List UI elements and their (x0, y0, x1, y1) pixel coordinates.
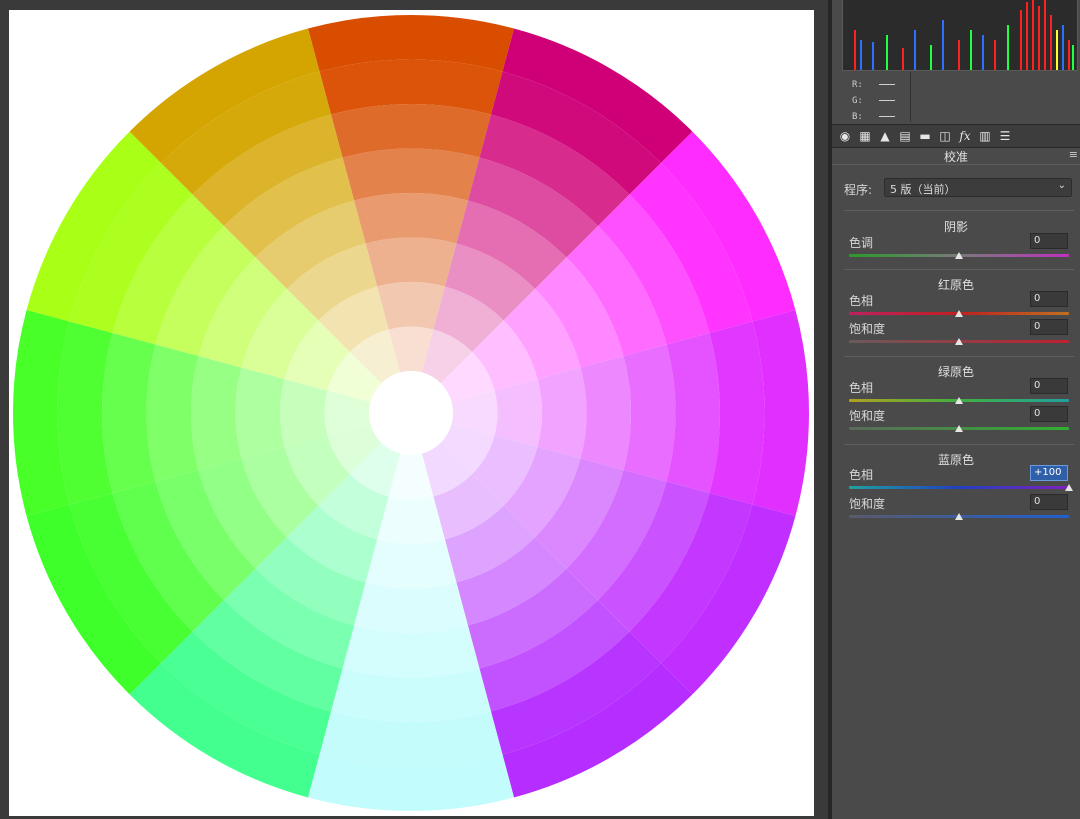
red-sat-input[interactable]: 0 (1030, 319, 1068, 335)
red-hue-input[interactable]: 0 (1030, 291, 1068, 307)
canvas-area (0, 0, 828, 819)
wheel-cell-violet-ring-5 (623, 344, 676, 482)
wheel-cell-violet-ring-2 (494, 379, 542, 447)
process-label: 程序: (844, 183, 873, 197)
wheel-cell-orange-red-ring-3 (365, 237, 457, 287)
fx-icon[interactable]: fx (958, 129, 972, 143)
wheel-cell-orange-red-ring-5 (342, 148, 480, 201)
blue-sat-slider-thumb[interactable] (955, 513, 963, 520)
bars-icon[interactable]: ▬ (918, 129, 932, 143)
b-value-dash (878, 116, 895, 117)
wheel-cell-orange-red-ring-4 (354, 193, 468, 244)
section-divider (844, 269, 1074, 270)
mountain-icon[interactable]: ▲ (878, 129, 892, 143)
wheel-cell-light-cyan-ring-3 (365, 539, 457, 589)
green-hue-label: 色相 (849, 381, 874, 395)
panel-title: 校准 (943, 150, 968, 164)
shadow-tint-label: 色调 (849, 236, 874, 250)
g-value-dash (878, 100, 895, 101)
split-toning-icon[interactable]: ▤ (898, 129, 912, 143)
rgb-readout: R: G: B: (852, 77, 895, 125)
wheel-cell-violet-ring-4 (580, 356, 631, 470)
b-label: B: (852, 112, 863, 122)
blue-hue-label: 色相 (849, 468, 874, 482)
section-divider (844, 210, 1074, 211)
grid-icon[interactable]: ▦ (858, 129, 872, 143)
document-canvas[interactable] (9, 10, 814, 816)
green-hue-input[interactable]: 0 (1030, 378, 1068, 394)
section-divider (844, 444, 1074, 445)
aperture-icon[interactable]: ◉ (838, 129, 852, 143)
wheel-cell-light-cyan-ring-5 (342, 625, 480, 678)
panel-menu-icon[interactable]: ≡ (1069, 148, 1078, 161)
wheel-cell-green-2-ring-3 (235, 367, 285, 459)
green-sat-label: 饱和度 (849, 409, 886, 423)
sliders-icon[interactable]: ☰ (998, 129, 1012, 143)
wheel-center (369, 371, 453, 455)
green-hue-slider-thumb[interactable] (955, 397, 963, 404)
g-label: G: (852, 96, 863, 106)
shadow-tint-input[interactable]: 0 (1030, 233, 1068, 249)
process-select[interactable]: 5 版（当前） ⌄ (884, 178, 1072, 197)
red-sat-slider-thumb[interactable] (955, 338, 963, 345)
wheel-cell-green-2-ring-5 (146, 344, 199, 482)
red-sat-label: 饱和度 (849, 322, 886, 336)
process-value: 5 版（当前） (890, 183, 956, 196)
camera-raw-panel: R: G: B: ◉ ▦ ▲ ▤ ▬ ◫ fx ▥ ☰ 校准 ≡ 程序: 5 版（当前） ⌄ 阴… (832, 0, 1080, 819)
r-label: R: (852, 80, 863, 90)
chevron-down-icon: ⌄ (1057, 180, 1066, 191)
blue-sat-label: 饱和度 (849, 497, 886, 511)
blue-hue-track[interactable] (849, 486, 1069, 489)
blue-hue-input[interactable]: +100 (1030, 465, 1068, 481)
readout-divider (910, 72, 911, 122)
red-hue-slider-thumb[interactable] (955, 310, 963, 317)
panel-tab-bar: ◉ ▦ ▲ ▤ ▬ ◫ fx ▥ ☰ (832, 124, 1080, 148)
wheel-cell-light-cyan-ring-4 (354, 582, 468, 633)
section-divider (844, 356, 1074, 357)
r-value-dash (878, 84, 895, 85)
blue-sat-input[interactable]: 0 (1030, 494, 1068, 510)
film-icon[interactable]: ▥ (978, 129, 992, 143)
wheel-cell-violet-ring-3 (537, 367, 587, 459)
blue-hue-slider-thumb[interactable] (1065, 484, 1073, 491)
lens-icon[interactable]: ◫ (938, 129, 952, 143)
red-hue-label: 色相 (849, 294, 874, 308)
shadow-tint-slider-thumb[interactable] (955, 252, 963, 259)
green-sat-input[interactable]: 0 (1030, 406, 1068, 422)
histogram (842, 0, 1078, 71)
wheel-cell-green-2-ring-4 (191, 356, 242, 470)
color-wheel-image (12, 15, 810, 811)
wheel-cell-orange-red-ring-2 (377, 282, 445, 330)
wheel-cell-green-2-ring-2 (280, 379, 328, 447)
green-sat-slider-thumb[interactable] (955, 425, 963, 432)
wheel-cell-light-cyan-ring-2 (377, 496, 445, 544)
histogram-graph (854, 0, 1074, 70)
title-divider (832, 164, 1080, 165)
